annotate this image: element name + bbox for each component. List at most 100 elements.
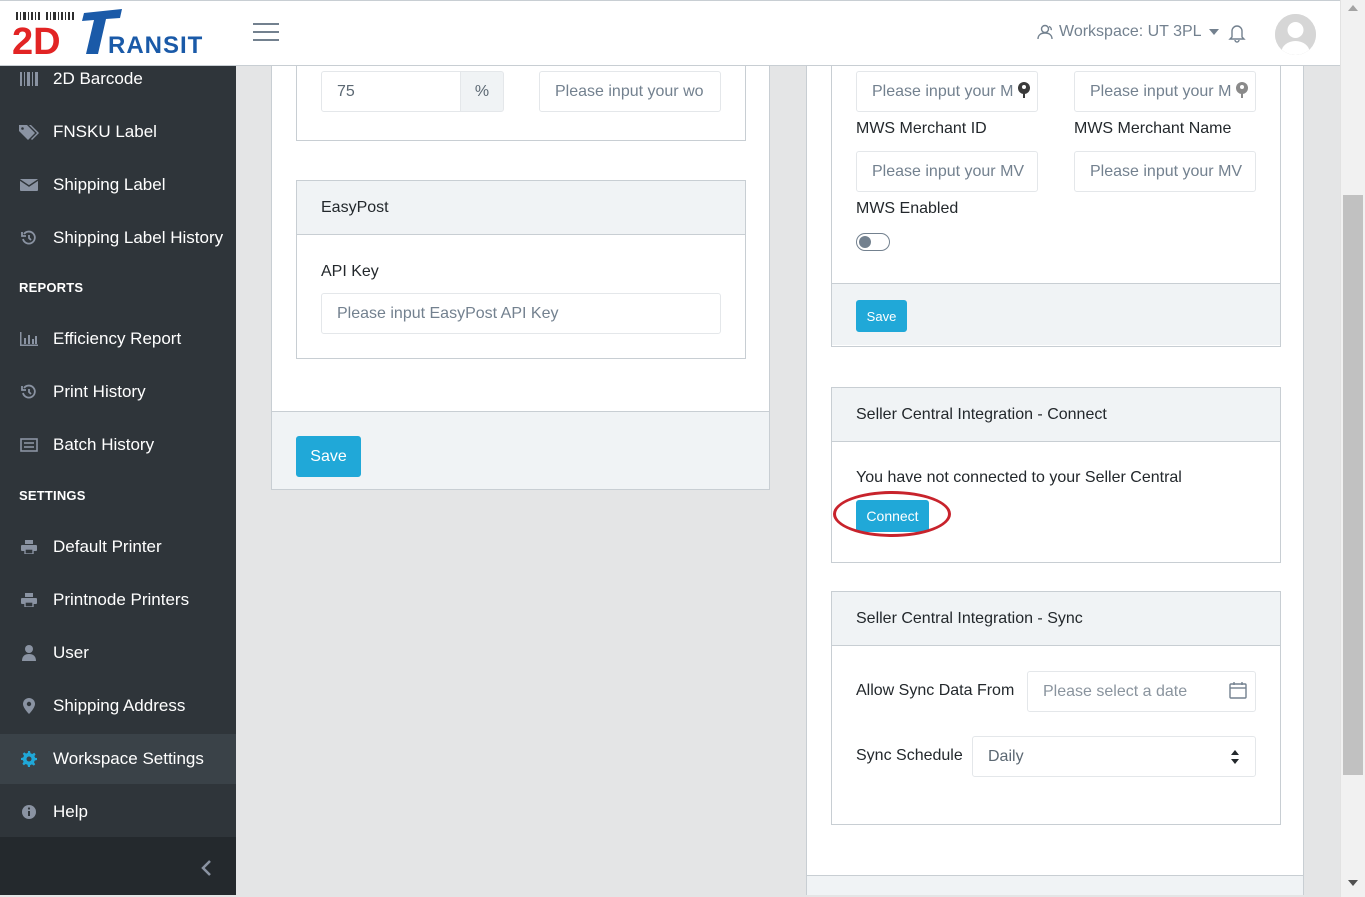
barcode-icon <box>19 71 39 87</box>
sidebar-item-fnsku-label[interactable]: FNSKU Label <box>0 107 236 157</box>
mws-save-button[interactable]: Save <box>856 300 907 332</box>
key-icon <box>1018 82 1030 98</box>
sync-date-picker[interactable]: Please select a date <box>1027 671 1256 712</box>
top-header: 2D RANSIT Workspace: UT 3PL <box>0 0 1340 66</box>
avatar[interactable] <box>1275 14 1316 55</box>
scroll-thumb[interactable] <box>1343 195 1363 775</box>
envelope-icon <box>19 177 39 193</box>
sync-schedule-label: Sync Schedule <box>856 747 963 764</box>
left-card-footer: Save <box>272 411 769 489</box>
left-settings-card: 75 % Please input your wo EasyPost API K… <box>271 66 770 490</box>
sync-schedule-select[interactable]: Daily <box>972 736 1256 777</box>
printer-icon <box>19 539 39 555</box>
sidebar-item-efficiency-report[interactable]: Efficiency Report <box>0 314 236 364</box>
sidebar-item-label: User <box>53 643 89 662</box>
sidebar-item-label: Print History <box>53 382 146 401</box>
printer-icon <box>19 592 39 608</box>
svg-text:2D: 2D <box>12 21 61 59</box>
mws-merchant-id-input[interactable]: Please input your MV <box>856 151 1038 192</box>
mws-enabled-label: MWS Enabled <box>856 200 959 217</box>
chevron-left-icon <box>201 860 211 876</box>
mws-merchant-name-input[interactable]: Please input your MV <box>1074 151 1256 192</box>
sidebar-item-label: Default Printer <box>53 537 162 556</box>
sidebar-item-label: Efficiency Report <box>53 329 182 348</box>
sidebar-item-printnode-printers[interactable]: Printnode Printers <box>0 575 236 625</box>
mws-top-left-input[interactable]: Please input your M <box>856 71 1038 112</box>
percent-card: 75 % Please input your wo <box>296 66 746 141</box>
sidebar-item-label: FNSKU Label <box>53 122 157 141</box>
sidebar-item-shipping-label[interactable]: Shipping Label <box>0 160 236 210</box>
sidebar-item-label: Workspace Settings <box>53 749 204 768</box>
main-content: 75 % Please input your wo EasyPost API K… <box>236 66 1340 895</box>
svg-text:RANSIT: RANSIT <box>108 32 203 59</box>
sidebar-item-label: Shipping Address <box>53 696 186 715</box>
mws-merchant-id-label: MWS Merchant ID <box>856 120 987 137</box>
gear-icon <box>19 751 39 767</box>
sidebar-item-batch-history[interactable]: Batch History <box>0 420 236 470</box>
history-icon <box>19 230 39 246</box>
sidebar: 2D Barcode FNSKU Label Shipping Label Sh… <box>0 66 236 895</box>
sidebar-item-help[interactable]: Help <box>0 787 236 837</box>
workspace-dropdown[interactable]: Workspace: UT 3PL <box>1036 23 1219 41</box>
sidebar-item-print-history[interactable]: Print History <box>0 367 236 417</box>
sidebar-section-settings: SETTINGS <box>19 488 86 503</box>
connect-status-message: You have not connected to your Seller Ce… <box>856 469 1182 486</box>
easypost-card-title: EasyPost <box>297 181 745 235</box>
user-icon <box>19 645 39 661</box>
scroll-up-arrow-icon[interactable] <box>1348 5 1358 11</box>
sidebar-item-default-printer[interactable]: Default Printer <box>0 522 236 572</box>
sidebar-section-reports: REPORTS <box>19 280 84 295</box>
mws-enabled-toggle[interactable] <box>856 233 890 251</box>
bar-chart-icon <box>19 331 39 347</box>
map-pin-icon <box>19 698 39 714</box>
list-icon <box>19 437 39 453</box>
sidebar-item-label: Shipping Label History <box>53 228 224 247</box>
users-icon <box>1037 24 1053 40</box>
sidebar-toggle-button[interactable] <box>253 23 279 45</box>
right-card-footer <box>807 875 1303 895</box>
mws-card: Please input your M Please input your M … <box>831 66 1281 347</box>
chevron-down-icon <box>1208 29 1219 35</box>
sidebar-item-user[interactable]: User <box>0 628 236 678</box>
sync-schedule-value: Daily <box>988 747 1024 765</box>
sidebar-item-shipping-label-history[interactable]: Shipping Label History <box>0 213 236 263</box>
connect-card-title: Seller Central Integration - Connect <box>832 388 1280 442</box>
tags-icon <box>19 124 39 140</box>
mws-top-right-placeholder: Please input your M <box>1090 82 1232 100</box>
save-button[interactable]: Save <box>296 436 361 477</box>
easypost-card: EasyPost API Key Please input EasyPost A… <box>296 180 746 359</box>
api-key-label: API Key <box>321 263 379 280</box>
connect-button[interactable]: Connect <box>856 500 929 532</box>
sidebar-item-workspace-settings[interactable]: Workspace Settings <box>0 734 236 784</box>
sidebar-item-label: Help <box>53 802 88 821</box>
logo[interactable]: 2D RANSIT <box>12 9 222 63</box>
easypost-api-key-input[interactable]: Please input EasyPost API Key <box>321 293 721 334</box>
info-icon <box>19 804 39 820</box>
history-icon <box>19 384 39 400</box>
work-input[interactable]: Please input your wo <box>539 71 721 112</box>
calendar-icon[interactable] <box>1229 681 1247 699</box>
sidebar-item-label: Batch History <box>53 435 155 454</box>
seller-central-connect-card: Seller Central Integration - Connect You… <box>831 387 1281 563</box>
mws-top-left-placeholder: Please input your M <box>872 82 1014 100</box>
sync-card-title: Seller Central Integration - Sync <box>832 592 1280 646</box>
percent-input[interactable]: 75 <box>321 71 461 112</box>
allow-sync-label: Allow Sync Data From <box>856 682 1015 699</box>
bell-icon[interactable] <box>1228 23 1246 43</box>
page-scrollbar[interactable] <box>1340 0 1365 897</box>
mws-top-right-input[interactable]: Please input your M <box>1074 71 1256 112</box>
sidebar-minimizer-button[interactable] <box>0 837 236 895</box>
sidebar-item-label: Printnode Printers <box>53 590 190 609</box>
sidebar-item-label: 2D Barcode <box>53 69 143 88</box>
sidebar-item-shipping-address[interactable]: Shipping Address <box>0 681 236 731</box>
workspace-label: Workspace: UT 3PL <box>1059 23 1202 40</box>
mws-merchant-name-label: MWS Merchant Name <box>1074 120 1232 137</box>
key-icon <box>1236 82 1248 98</box>
percent-addon: % <box>460 71 504 112</box>
mws-card-footer: Save <box>832 283 1280 345</box>
scroll-down-arrow-icon[interactable] <box>1348 880 1358 886</box>
right-settings-card: Please input your M Please input your M … <box>806 66 1304 895</box>
seller-central-sync-card: Seller Central Integration - Sync Allow … <box>831 591 1281 825</box>
select-arrows-icon <box>1231 750 1239 764</box>
date-placeholder: Please select a date <box>1043 682 1188 700</box>
